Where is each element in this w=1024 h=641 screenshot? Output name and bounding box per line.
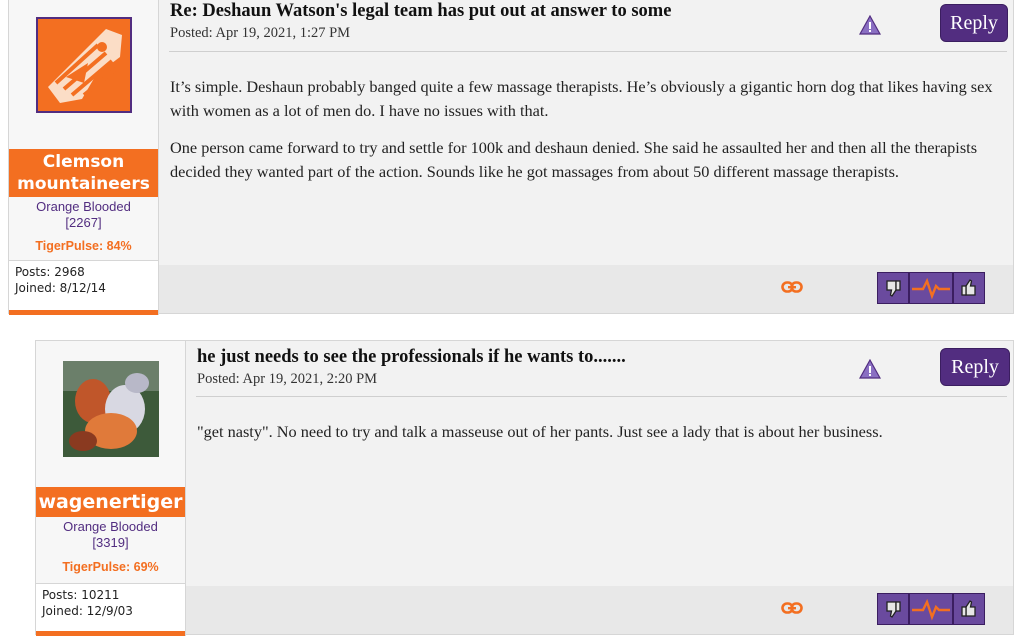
post-footer — [186, 586, 1013, 634]
thumbs-down-icon — [886, 601, 901, 618]
user-post-count: Posts: 10211 — [42, 588, 120, 602]
avatar[interactable] — [62, 361, 159, 457]
tigerpulse-icon — [912, 598, 950, 621]
thumbs-up-button[interactable] — [953, 593, 985, 625]
post-1-content: Re: Deshaun Watson's legal team has put … — [159, 0, 1013, 313]
user-rank: Orange Blooded [2267] — [9, 199, 158, 231]
username[interactable]: Clemson mountaineers — [9, 149, 158, 197]
stats-bar — [9, 310, 158, 315]
username-line-2[interactable]: mountaineers — [9, 173, 158, 195]
tigerpulse-button[interactable] — [909, 272, 953, 304]
tigerpulse-icon — [912, 277, 950, 300]
thumbs-up-icon — [961, 279, 976, 296]
reply-button[interactable]: Reply — [940, 348, 1010, 386]
header-divider — [196, 396, 1007, 397]
post-2-avatar-wrap — [36, 361, 185, 462]
tigerpulse-score: TigerPulse: 84% — [35, 239, 132, 253]
post-1: Clemson mountaineers Orange Blooded [226… — [8, 0, 1014, 315]
user-rank-points: [2267] — [65, 215, 102, 230]
post-footer — [159, 265, 1013, 313]
user-rank-label: Orange Blooded — [36, 199, 131, 214]
user-joined-date: Joined: 8/12/14 — [15, 281, 106, 295]
thumbs-up-icon — [961, 600, 976, 617]
thumbs-down-button[interactable] — [877, 593, 909, 625]
post-body: "get nasty". No need to try and talk a m… — [197, 420, 999, 458]
post-2-user-panel: wagenertiger Orange Blooded [3319] Tiger… — [36, 341, 186, 636]
post-timestamp: Posted: Apr 19, 2021, 2:20 PM — [197, 371, 378, 387]
user-stats: Posts: 2968 Joined: 8/12/14 — [9, 260, 158, 315]
avatar[interactable] — [35, 17, 132, 113]
tigerpulse-score: TigerPulse: 69% — [62, 560, 159, 574]
post-1-user-panel: Clemson mountaineers Orange Blooded [226… — [9, 0, 159, 315]
tigerpulse-button[interactable] — [909, 593, 953, 625]
link-icon[interactable] — [781, 280, 803, 294]
user-stats: Posts: 10211 Joined: 12/9/03 — [36, 583, 185, 636]
post-paragraph: One person came forward to try and settl… — [170, 138, 978, 181]
post-2: wagenertiger Orange Blooded [3319] Tiger… — [35, 340, 1014, 636]
warning-icon[interactable] — [859, 15, 881, 35]
user-rank-points: [3319] — [92, 535, 129, 550]
username[interactable]: wagenertiger — [36, 487, 185, 517]
thumbs-up-button[interactable] — [953, 272, 985, 304]
post-paragraph: It’s simple. Deshaun probably banged qui… — [170, 77, 993, 120]
stats-bar — [36, 631, 185, 636]
post-title: Re: Deshaun Watson's legal team has put … — [170, 1, 672, 21]
header-divider — [169, 51, 1007, 52]
vote-controls — [877, 593, 985, 625]
user-rank: Orange Blooded [3319] — [36, 519, 185, 551]
post-1-avatar-wrap — [9, 17, 158, 118]
user-rank-label: Orange Blooded — [63, 519, 158, 534]
user-joined-date: Joined: 12/9/03 — [42, 604, 133, 618]
vote-controls — [877, 272, 985, 304]
warning-icon[interactable] — [859, 359, 881, 379]
post-timestamp: Posted: Apr 19, 2021, 1:27 PM — [170, 25, 351, 41]
username-line-1[interactable]: Clemson — [9, 151, 158, 173]
post-title: he just needs to see the professionals i… — [197, 347, 626, 367]
post-body: It’s simple. Deshaun probably banged qui… — [170, 75, 999, 197]
post-paragraph: "get nasty". No need to try and talk a m… — [197, 422, 883, 441]
post-2-content: he just needs to see the professionals i… — [186, 341, 1013, 634]
thumbs-down-icon — [886, 280, 901, 297]
thumbs-down-button[interactable] — [877, 272, 909, 304]
reply-button[interactable]: Reply — [940, 4, 1008, 42]
user-post-count: Posts: 2968 — [15, 265, 85, 279]
link-icon[interactable] — [781, 601, 803, 615]
